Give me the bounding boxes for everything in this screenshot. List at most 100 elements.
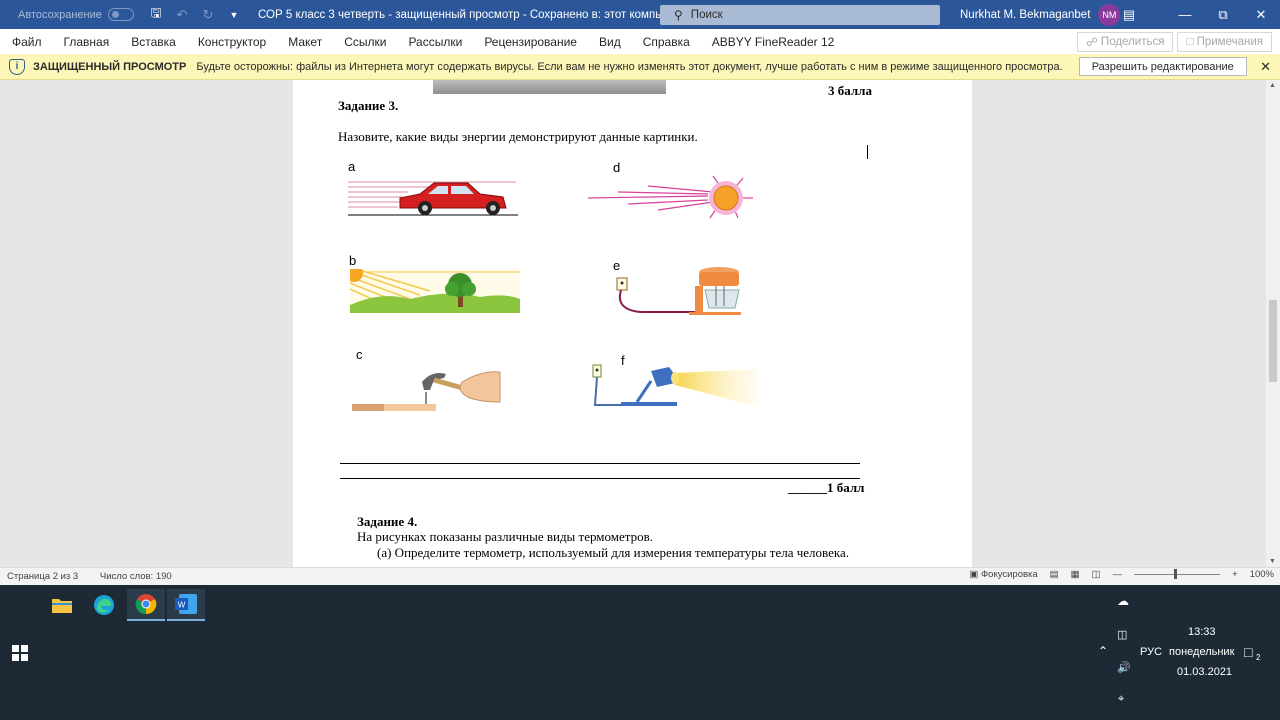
tab-references[interactable]: Ссылки xyxy=(333,35,397,49)
vertical-scrollbar[interactable]: ▲ ▼ xyxy=(1266,80,1280,567)
restore-icon[interactable]: ⧉ xyxy=(1204,0,1242,29)
title-bar: Автосохранение 🖫 ↶ ↻ ▼ СОР 5 класс 3 чет… xyxy=(0,0,1280,29)
score-label: ______1 балл xyxy=(788,480,865,495)
protected-view-bar: i ЗАЩИЩЕННЫЙ ПРОСМОТР Будьте осторожны: … xyxy=(0,54,1280,80)
edge-icon[interactable] xyxy=(85,589,123,621)
share-label: Поделиться xyxy=(1100,36,1165,48)
tab-insert[interactable]: Вставка xyxy=(120,35,187,49)
comment-icon: □ xyxy=(1186,36,1197,48)
clock-time[interactable]: 13:33 xyxy=(1188,626,1216,638)
enable-editing-button[interactable]: Разрешить редактирование xyxy=(1078,57,1247,76)
status-bar: Страница 2 из 3 Число слов: 190 ▣ Фокуси… xyxy=(0,567,1280,585)
redo-icon[interactable]: ↻ xyxy=(198,7,218,23)
text-cursor xyxy=(867,145,868,159)
shield-icon: i xyxy=(9,58,25,75)
autosave-label: Автосохранение xyxy=(18,8,102,21)
show-hidden-icons[interactable]: ⌃ xyxy=(1098,644,1108,658)
svg-text:W: W xyxy=(178,601,186,610)
score-label: 3 балла xyxy=(828,83,872,98)
scroll-up-icon[interactable]: ▲ xyxy=(1269,82,1276,89)
volume-icon[interactable]: 🔊 xyxy=(1117,661,1131,674)
answer-line xyxy=(340,478,860,479)
read-mode-icon[interactable]: ▤ xyxy=(1050,569,1059,580)
tab-design[interactable]: Конструктор xyxy=(187,35,277,49)
page-count[interactable]: Страница 2 из 3 xyxy=(7,571,78,582)
protected-view-message: Будьте осторожны: файлы из Интернета мог… xyxy=(196,60,1063,73)
autosave-switch[interactable] xyxy=(107,8,134,21)
user-name[interactable]: Nurkhat M. Bekmaganbet xyxy=(960,9,1090,21)
zoom-out-icon[interactable]: — xyxy=(1113,569,1123,580)
save-icon[interactable]: 🖫 xyxy=(146,4,166,26)
figure-label-c: c xyxy=(356,347,363,362)
tab-view[interactable]: Вид xyxy=(588,35,632,49)
quick-access-toolbar: 🖫 ↶ ↻ ▼ xyxy=(146,4,244,26)
network-icon[interactable]: ⌖ xyxy=(1118,693,1124,706)
zoom-slider[interactable] xyxy=(1134,569,1221,579)
mixer-image xyxy=(616,267,741,315)
task4-text: На рисунках показаны различные виды терм… xyxy=(357,529,654,544)
focus-label: Фокусировка xyxy=(980,569,1038,580)
focus-button[interactable]: ▣ Фокусировка xyxy=(969,569,1037,580)
task3-title: Задание 3. xyxy=(338,98,399,113)
minimize-icon[interactable]: — xyxy=(1166,0,1204,29)
image-fragment xyxy=(433,80,666,94)
share-icon: ☍ xyxy=(1086,37,1101,49)
answer-line xyxy=(340,463,860,464)
search-placeholder: Поиск xyxy=(690,8,723,21)
taskbar: W ☁ ◫ ⌃ 🔊 ⌖ РУС 13:33 понедельник 01.03.… xyxy=(0,585,1280,720)
autosave-toggle[interactable]: Автосохранение xyxy=(18,8,134,21)
close-icon[interactable]: ✕ xyxy=(1260,59,1271,75)
customize-qat-icon[interactable]: ▼ xyxy=(224,10,244,20)
tab-help[interactable]: Справка xyxy=(632,35,701,49)
figure-label-a: a xyxy=(348,159,356,174)
clock-day[interactable]: понедельник xyxy=(1169,646,1234,658)
comments-label: Примечания xyxy=(1196,36,1263,48)
task4-item-a: (a) Определите термометр, используемый д… xyxy=(377,545,849,560)
search-input[interactable]: ⚲ Поиск xyxy=(660,4,940,25)
zoom-level[interactable]: 100% xyxy=(1250,569,1274,580)
hammer-image xyxy=(352,371,501,411)
scrollbar-thumb[interactable] xyxy=(1269,300,1277,382)
document-title-text: СОР 5 класс 3 четверть - защищенный прос… xyxy=(258,8,688,21)
task4-title: Задание 4. xyxy=(357,514,418,529)
word-icon[interactable]: W xyxy=(167,589,205,621)
ribbon-tabs: Файл Главная Вставка Конструктор Макет С… xyxy=(0,29,1280,54)
clock-date[interactable]: 01.03.2021 xyxy=(1177,666,1232,678)
ribbon-display-icon[interactable]: ▤ xyxy=(1110,0,1148,29)
battery-icon[interactable]: ◫ xyxy=(1117,628,1127,641)
close-icon[interactable]: ✕ xyxy=(1242,0,1280,29)
tab-home[interactable]: Главная xyxy=(53,35,121,49)
window-controls: ▤ — ⧉ ✕ xyxy=(1110,0,1280,29)
document-page: 3 балла Задание 3. Назовите, какие виды … xyxy=(293,80,972,567)
share-button[interactable]: ☍ Поделиться xyxy=(1077,32,1174,52)
tab-layout[interactable]: Макет xyxy=(277,35,333,49)
focus-icon: ▣ xyxy=(969,569,981,580)
onedrive-icon[interactable]: ☁ xyxy=(1117,594,1129,608)
scroll-down-icon[interactable]: ▼ xyxy=(1269,558,1276,565)
car-image xyxy=(348,181,518,216)
document-title: СОР 5 класс 3 четверть - защищенный прос… xyxy=(258,9,698,21)
file-explorer-icon[interactable] xyxy=(43,589,81,621)
comments-button[interactable]: □ Примечания xyxy=(1177,32,1272,52)
windows-start-icon[interactable] xyxy=(12,645,28,661)
tab-review[interactable]: Рецензирование xyxy=(473,35,588,49)
undo-icon[interactable]: ↶ xyxy=(172,7,192,23)
tab-abbyy[interactable]: ABBYY FineReader 12 xyxy=(701,35,846,49)
share-group: ☍ Поделиться □ Примечания xyxy=(1077,32,1272,52)
tab-file[interactable]: Файл xyxy=(0,35,53,49)
lamp-image xyxy=(592,364,759,407)
protected-view-title: ЗАЩИЩЕННЫЙ ПРОСМОТР xyxy=(33,60,187,73)
document-canvas: 3 балла Задание 3. Назовите, какие виды … xyxy=(0,80,1280,567)
print-layout-icon[interactable]: ▦ xyxy=(1071,569,1080,580)
status-right: ▣ Фокусировка ▤ ▦ ◫ — + 100% xyxy=(969,569,1274,580)
task3-question: Назовите, какие виды энергии демонстриру… xyxy=(338,129,698,144)
zoom-in-icon[interactable]: + xyxy=(1232,569,1238,580)
word-count[interactable]: Число слов: 190 xyxy=(100,571,172,582)
chrome-icon[interactable] xyxy=(127,589,165,621)
tab-mailings[interactable]: Рассылки xyxy=(397,35,473,49)
language-indicator[interactable]: РУС xyxy=(1140,646,1162,658)
landscape-image xyxy=(350,269,520,313)
notification-center-icon[interactable]: □ xyxy=(1244,644,1252,660)
status-left: Страница 2 из 3 Число слов: 190 xyxy=(0,571,184,582)
web-layout-icon[interactable]: ◫ xyxy=(1092,569,1101,580)
